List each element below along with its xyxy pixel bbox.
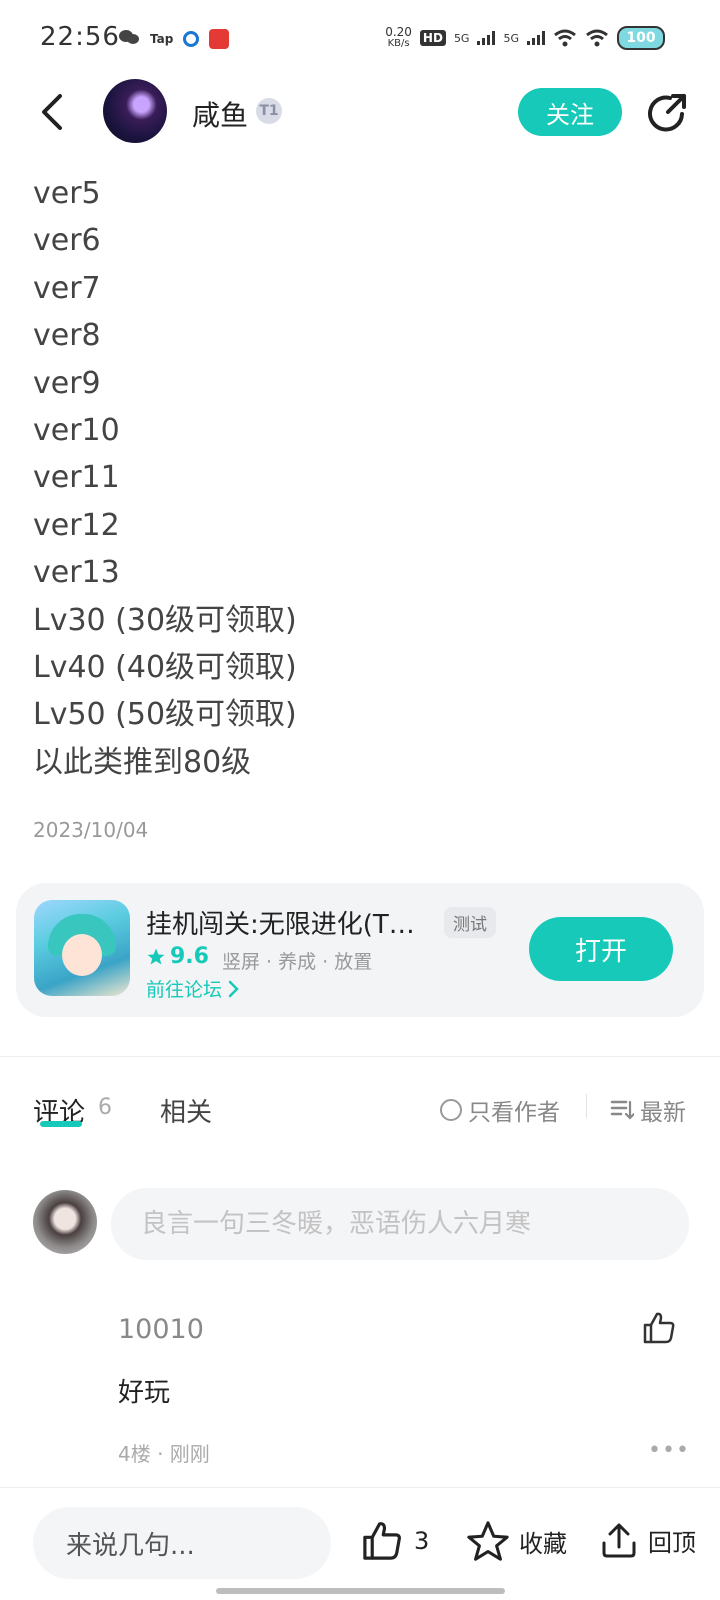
author-avatar[interactable]: [103, 79, 167, 143]
bottom-divider: [0, 1487, 720, 1488]
status-right: 0.20 KB/s HD 5G 5G 100: [385, 26, 665, 50]
post-line: ver8: [33, 318, 101, 354]
level-badge: T1: [256, 98, 282, 124]
section-divider: [0, 1056, 720, 1057]
game-icon-face: [62, 934, 102, 976]
comments-count: 6: [98, 1095, 112, 1120]
comment-input[interactable]: [111, 1188, 689, 1260]
status-time: 22:56: [40, 22, 120, 52]
signal-5g-icon-1: 5G: [453, 31, 470, 45]
net-speed-unit: KB/s: [387, 38, 410, 49]
post-line: ver6: [33, 223, 101, 259]
sort-toggle[interactable]: 最新: [610, 1093, 686, 1127]
post-line: Lv30 (30级可领取): [33, 602, 297, 638]
like-button[interactable]: 3: [360, 1519, 429, 1563]
post-line: ver12: [33, 507, 120, 543]
post-line: ver11: [33, 460, 120, 496]
hd-icon: HD: [419, 30, 446, 46]
post-line: 以此类推到80级: [33, 744, 252, 780]
battery-icon: 100: [617, 26, 665, 50]
signal-5g-icon-2: 5G: [503, 31, 519, 45]
follow-button[interactable]: 关注: [518, 88, 622, 136]
post-line: ver9: [33, 365, 101, 401]
forum-link-label: 前往论坛: [146, 979, 223, 1001]
star-icon: [147, 948, 165, 964]
net-speed: 0.20 KB/s: [385, 26, 412, 50]
comment-username[interactable]: 10010: [118, 1314, 204, 1345]
game-rating: 9.6: [146, 944, 209, 969]
tab-related[interactable]: 相关: [160, 1092, 212, 1129]
game-tags: 竖屏 · 养成 · 放置: [222, 951, 373, 973]
signal-bars-icon-1: [477, 31, 496, 45]
favorite-label: 收藏: [519, 1529, 567, 1558]
back-button[interactable]: [32, 88, 72, 136]
post-content: ver5 ver6 ver7 ver8 ver9 ver10 ver11 ver…: [33, 170, 683, 786]
share-button[interactable]: [646, 90, 690, 134]
user-avatar[interactable]: [33, 1190, 97, 1254]
open-game-button[interactable]: 打开: [529, 917, 673, 981]
comment-text: 好玩: [118, 1378, 171, 1408]
chevron-right-icon: [228, 980, 239, 997]
status-left-icons: Tap: [118, 28, 230, 50]
only-author-label: 只看作者: [468, 1100, 560, 1126]
comment-meta: 4楼 · 刚刚: [118, 1442, 210, 1466]
wechat-icon: [118, 28, 140, 50]
forum-link[interactable]: 前往论坛: [146, 975, 240, 1002]
share-icon: [648, 94, 686, 132]
tap-icon: Tap: [150, 32, 174, 46]
more-options-icon[interactable]: •••: [648, 1438, 690, 1463]
post-line: Lv40 (40级可领取): [33, 650, 297, 686]
bottom-comment-input[interactable]: 来说几句...: [33, 1507, 331, 1579]
test-tag: 测试: [444, 907, 496, 938]
wifi-icon-2: [586, 29, 608, 47]
net-speed-value: 0.20: [385, 25, 412, 39]
home-indicator[interactable]: [216, 1588, 505, 1594]
post-line: ver7: [33, 270, 101, 306]
signal-bars-icon-2: [527, 31, 545, 45]
star-outline-icon: [467, 1521, 509, 1561]
tab-separator: [586, 1094, 587, 1118]
back-to-top-label: 回顶: [648, 1528, 696, 1557]
thumbs-up-icon: [363, 1522, 401, 1560]
radio-circle-icon: [440, 1099, 462, 1121]
sort-label: 最新: [640, 1100, 686, 1126]
wifi-icon-1: [554, 29, 576, 47]
post-line: ver5: [33, 176, 101, 211]
game-icon[interactable]: [34, 900, 130, 996]
like-count: 3: [414, 1527, 430, 1555]
post-line: Lv50 (50级可领取): [33, 697, 297, 733]
chevron-left-icon: [42, 94, 62, 130]
thumbs-up-icon: [643, 1312, 675, 1344]
tab-active-indicator: [40, 1121, 82, 1127]
upload-arrow-icon: [602, 1523, 636, 1558]
rating-value: 9.6: [170, 944, 209, 969]
only-author-toggle[interactable]: 只看作者: [440, 1093, 560, 1127]
post-line: ver10: [33, 413, 120, 449]
back-to-top-button[interactable]: 回顶: [598, 1519, 696, 1561]
sort-icon: [610, 1100, 634, 1120]
post-date: 2023/10/04: [33, 818, 149, 842]
post-line: ver13: [33, 555, 120, 591]
favorite-button[interactable]: 收藏: [465, 1519, 567, 1563]
blue-circle-icon: [183, 31, 200, 47]
red-app-icon: [209, 29, 230, 49]
author-name[interactable]: 咸鱼: [192, 94, 248, 134]
comment-like-button[interactable]: [641, 1310, 677, 1346]
game-title[interactable]: 挂机闯关:无限进化(T…: [146, 904, 436, 941]
